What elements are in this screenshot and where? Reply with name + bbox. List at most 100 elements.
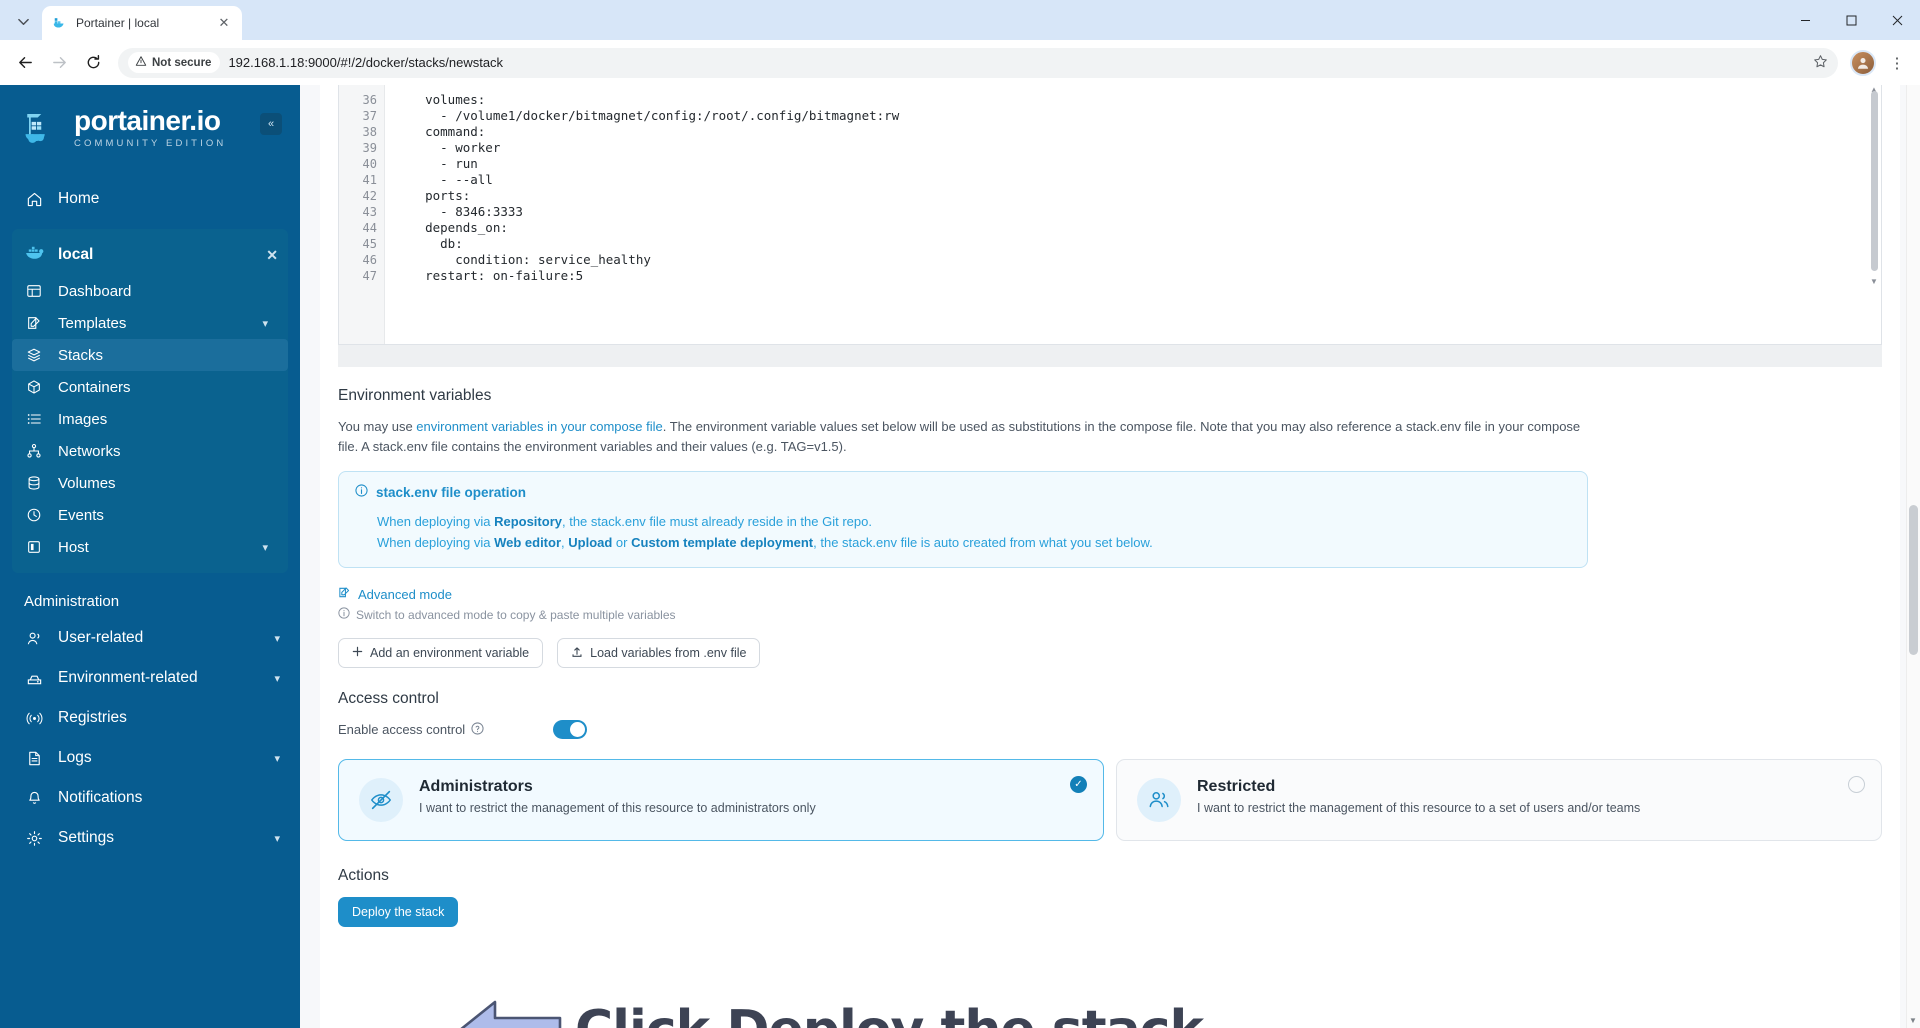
line-part-bold: Custom template deployment	[631, 535, 814, 550]
page-scrollbar-thumb[interactable]	[1909, 505, 1918, 655]
section-title-environment-variables: Environment variables	[338, 387, 492, 404]
address-bar[interactable]: Not secure 192.168.1.18:9000/#!/2/docker…	[118, 47, 1838, 78]
main-content: 36 volumes: 37 - /volume1/docker/bitmagn…	[300, 85, 1920, 1028]
chevron-down-icon[interactable]: ▾	[262, 317, 268, 330]
sidebar-item-images[interactable]: Images	[12, 403, 288, 435]
sidebar-item-label: Events	[58, 506, 104, 524]
selected-check-icon[interactable]: ✓	[1070, 776, 1087, 793]
line-part: or	[612, 535, 632, 550]
sidebar-item-templates[interactable]: Templates ▾	[12, 307, 288, 339]
bookmark-star-icon[interactable]	[1808, 54, 1832, 72]
sidebar-item-label: Settings	[58, 829, 115, 846]
scroll-down-arrow-icon[interactable]: ▼	[1908, 1016, 1918, 1025]
info-box-line: When deploying via Repository, the stack…	[355, 511, 1571, 532]
url-text[interactable]: 192.168.1.18:9000/#!/2/docker/stacks/new…	[228, 55, 1800, 70]
access-control-options: Administrators I want to restrict the ma…	[338, 759, 1882, 841]
code-line: 43 - 8346:3333	[363, 204, 1881, 220]
access-option-restricted[interactable]: Restricted I want to restrict the manage…	[1116, 759, 1882, 841]
sidebar-item-user-related[interactable]: User-related ▾	[0, 618, 300, 658]
sidebar-item-label: Registries	[58, 709, 127, 726]
unselected-radio-icon[interactable]	[1848, 776, 1865, 793]
sidebar: portainer.io COMMUNITY EDITION « Home lo…	[0, 85, 300, 1028]
maximize-button[interactable]	[1828, 0, 1874, 40]
browser-tabstrip: Portainer | local ✕	[0, 0, 1920, 40]
advanced-mode-label: Advanced mode	[358, 586, 452, 602]
enable-access-control-toggle[interactable]	[553, 720, 587, 739]
portainer-logo[interactable]: portainer.io COMMUNITY EDITION «	[0, 85, 300, 163]
registries-icon	[24, 710, 44, 727]
sidebar-item-label: Dashboard	[58, 282, 132, 300]
code-text: - run	[395, 156, 478, 171]
editor-scroll-down-icon[interactable]: ▼	[1869, 277, 1879, 287]
docker-whale-icon	[24, 245, 46, 266]
sidebar-item-home[interactable]: Home	[0, 179, 300, 219]
browser-toolbar: Not secure 192.168.1.18:9000/#!/2/docker…	[0, 40, 1920, 85]
compose-editor[interactable]: 36 volumes: 37 - /volume1/docker/bitmagn…	[338, 85, 1882, 345]
stack-form-card: 36 volumes: 37 - /volume1/docker/bitmagn…	[320, 85, 1900, 1028]
security-status[interactable]: Not secure	[128, 52, 221, 73]
environment-variables-description: You may use environment variables in you…	[338, 417, 1583, 457]
images-icon	[24, 411, 44, 427]
code-line: 46 condition: service_healthy	[363, 252, 1881, 268]
minimize-button[interactable]	[1782, 0, 1828, 40]
sidebar-item-containers[interactable]: Containers	[12, 371, 288, 403]
page-scrollbar[interactable]	[1906, 85, 1920, 1028]
tab-search-icon[interactable]	[8, 6, 38, 36]
upload-icon	[571, 646, 583, 661]
sidebar-item-settings[interactable]: Settings ▾	[0, 818, 300, 858]
sidebar-item-volumes[interactable]: Volumes	[12, 467, 288, 499]
reload-button[interactable]	[78, 48, 108, 78]
line-number: 42	[362, 189, 377, 203]
editor-scrollbar-thumb[interactable]	[1871, 91, 1878, 271]
line-part: , the stack.env file is auto created fro…	[813, 535, 1153, 550]
back-button[interactable]	[10, 48, 40, 78]
line-number: 41	[362, 173, 377, 187]
chevron-down-icon[interactable]: ▾	[274, 752, 280, 765]
deploy-the-stack-button[interactable]: Deploy the stack	[338, 897, 459, 927]
code-text: - --all	[395, 172, 493, 187]
info-circle-icon	[355, 484, 368, 500]
sidebar-item-notifications[interactable]: Notifications	[0, 778, 300, 818]
access-option-title: Restricted	[1197, 778, 1276, 795]
code-line: 36 volumes:	[363, 92, 1881, 108]
chevron-down-icon[interactable]: ▾	[274, 672, 280, 685]
sidebar-item-dashboard[interactable]: Dashboard	[12, 275, 288, 307]
sidebar-item-events[interactable]: Events	[12, 499, 288, 531]
forward-button[interactable]	[44, 48, 74, 78]
load-variables-from-env-file-button[interactable]: Load variables from .env file	[557, 638, 761, 668]
add-environment-variable-button[interactable]: Add an environment variable	[338, 638, 544, 668]
container-icon	[24, 379, 44, 395]
access-option-administrators[interactable]: Administrators I want to restrict the ma…	[338, 759, 1104, 841]
logo-name: portainer.io	[74, 105, 221, 136]
env-vars-doc-link[interactable]: environment variables in your compose fi…	[416, 419, 662, 434]
window-close-button[interactable]	[1874, 0, 1920, 40]
sidebar-environment-header[interactable]: local ✕	[12, 235, 288, 275]
browser-tab[interactable]: Portainer | local ✕	[42, 6, 242, 40]
sidebar-item-logs[interactable]: Logs ▾	[0, 738, 300, 778]
advanced-mode-link[interactable]: Advanced mode	[338, 586, 1882, 602]
dashboard-icon	[24, 283, 44, 299]
code-text: depends_on:	[395, 220, 508, 235]
editor-code-area[interactable]: 36 volumes: 37 - /volume1/docker/bitmagn…	[363, 85, 1881, 344]
sidebar-collapse-icon[interactable]: «	[260, 113, 282, 135]
template-icon	[24, 315, 44, 331]
sidebar-item-environment-related[interactable]: Environment-related ▾	[0, 658, 300, 698]
profile-avatar[interactable]	[1850, 49, 1876, 76]
chevron-down-icon[interactable]: ▾	[274, 832, 280, 845]
line-number: 36	[362, 93, 377, 107]
close-icon[interactable]: ✕	[266, 247, 278, 264]
sidebar-item-host[interactable]: Host ▾	[12, 531, 288, 563]
chevron-down-icon[interactable]: ▾	[274, 632, 280, 645]
enable-access-control-label-wrap: Enable access control	[338, 721, 553, 738]
question-circle-icon[interactable]	[471, 721, 484, 738]
close-icon[interactable]: ✕	[216, 15, 232, 31]
browser-menu-icon[interactable]: ⋮	[1884, 54, 1910, 72]
home-icon	[24, 191, 44, 208]
chevron-down-icon[interactable]: ▾	[262, 541, 268, 554]
code-text: - worker	[395, 140, 501, 155]
sidebar-item-stacks[interactable]: Stacks	[12, 339, 288, 371]
code-line: 44 depends_on:	[363, 220, 1881, 236]
sidebar-item-networks[interactable]: Networks	[12, 435, 288, 467]
code-text: restart: on-failure:5	[395, 268, 584, 283]
sidebar-item-registries[interactable]: Registries	[0, 698, 300, 738]
